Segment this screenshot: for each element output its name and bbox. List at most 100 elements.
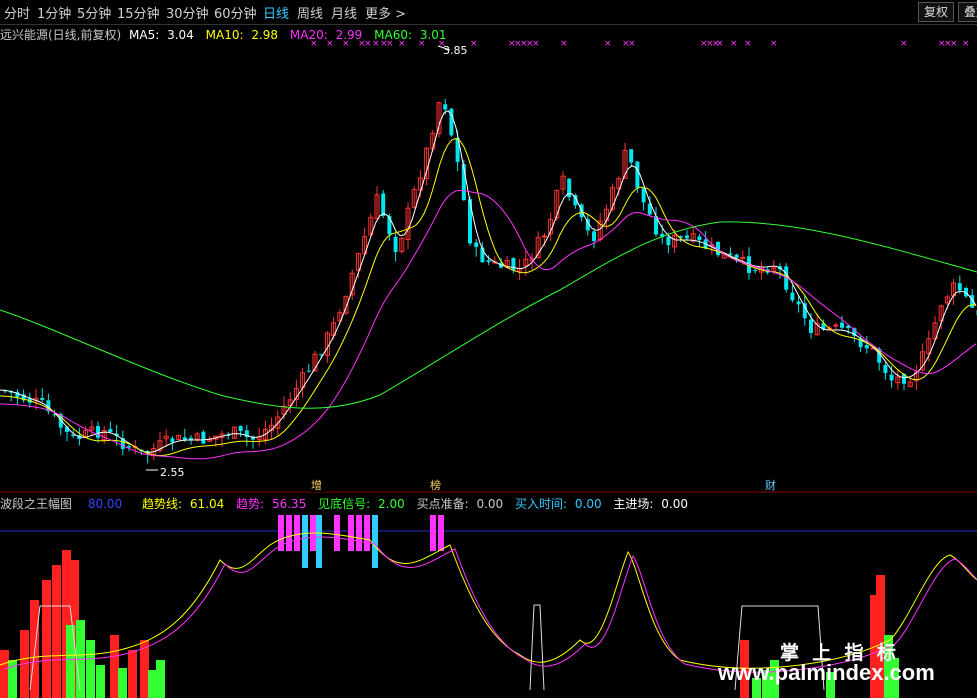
signal-bar bbox=[372, 515, 378, 568]
buy-prepare-readout: 买点准备: 0.00 bbox=[416, 497, 504, 511]
moving-average-lines bbox=[0, 110, 977, 460]
signal-marker: × bbox=[604, 39, 612, 49]
indicator-legend: 波段之王幅图 80.00 趋势线: 61.04 趋势: 56.35 见底信号: … bbox=[0, 495, 696, 512]
trend-line-readout: 趋势线: 61.04 bbox=[142, 497, 225, 511]
candle bbox=[567, 177, 572, 201]
candle bbox=[300, 368, 306, 398]
candle bbox=[728, 247, 733, 257]
signal-bar bbox=[438, 515, 444, 551]
signal-marker: × bbox=[962, 39, 970, 49]
buy-time-readout: 买入时间: 0.00 bbox=[515, 497, 602, 511]
candle bbox=[238, 425, 243, 438]
histogram-bar bbox=[0, 650, 9, 698]
histogram-bar bbox=[128, 650, 137, 698]
candle bbox=[951, 278, 957, 305]
candle bbox=[393, 233, 398, 262]
signal-label-zeng: 增 bbox=[311, 478, 322, 492]
candle bbox=[411, 186, 417, 209]
candle bbox=[449, 107, 454, 137]
candle bbox=[399, 237, 405, 254]
signal-bar bbox=[364, 515, 370, 551]
ma5-readout: MA5: 3.04 bbox=[129, 28, 194, 42]
candle bbox=[778, 263, 782, 279]
histogram-bar bbox=[148, 670, 157, 698]
candle bbox=[703, 231, 708, 250]
candles bbox=[3, 98, 977, 464]
signal-marker: × bbox=[900, 39, 908, 49]
candle bbox=[306, 363, 311, 373]
candle bbox=[108, 421, 113, 434]
signal-marker: × bbox=[744, 39, 752, 49]
candle bbox=[101, 426, 107, 445]
signal-label-bang: 榜 bbox=[430, 478, 441, 492]
candle bbox=[374, 186, 380, 220]
signal-bar bbox=[286, 515, 292, 551]
signal-bar bbox=[356, 515, 362, 551]
signal-label-cai: 财 bbox=[765, 478, 776, 492]
histogram-bar bbox=[52, 565, 61, 698]
ma60-readout: MA60: 3.01 bbox=[374, 28, 447, 42]
candle bbox=[120, 430, 125, 456]
candle bbox=[468, 196, 472, 246]
low-price-label: 2.55 bbox=[160, 466, 185, 479]
candle bbox=[592, 227, 596, 249]
indicator-name: 波段之王幅图 bbox=[0, 497, 73, 511]
candle bbox=[654, 207, 658, 237]
signal-bar bbox=[316, 515, 322, 568]
candle bbox=[926, 330, 932, 362]
high-price-label: 3.85 bbox=[443, 44, 468, 57]
watermark-url: www.palmindex.com bbox=[718, 660, 935, 685]
histogram-bar bbox=[118, 668, 127, 698]
candle bbox=[629, 149, 634, 168]
ma10-readout: MA10: 2.98 bbox=[205, 28, 279, 42]
candlestick-chart[interactable]: × × × ×× × ×× × × × × ××××× × × ×× ×××× × × × × ××× × 3.85 2… bbox=[0, 0, 977, 698]
ma5-line bbox=[0, 110, 977, 453]
candle bbox=[907, 379, 913, 388]
main-entry-readout: 主进场: 0.00 bbox=[613, 497, 689, 511]
candle bbox=[697, 233, 702, 248]
signal-marker: × bbox=[950, 39, 958, 49]
histogram-bar bbox=[110, 635, 119, 698]
candle bbox=[913, 365, 919, 390]
candle bbox=[864, 335, 869, 354]
candle bbox=[40, 388, 45, 402]
signal-bar bbox=[294, 515, 300, 551]
candle bbox=[548, 212, 554, 241]
ma20-readout: MA20: 2.99 bbox=[289, 28, 363, 42]
candle bbox=[802, 295, 807, 326]
main-chart-legend: 远兴能源(日线,前复权) MA5: 3.04 MA10: 2.98 MA20: … bbox=[0, 26, 455, 43]
signal-marker: × bbox=[532, 39, 540, 49]
candle bbox=[895, 369, 901, 390]
signal-marker: × bbox=[628, 39, 636, 49]
candle bbox=[163, 429, 169, 446]
signal-bar bbox=[302, 515, 308, 568]
ma10-line bbox=[0, 137, 977, 457]
signal-marker: × bbox=[470, 39, 478, 49]
candle bbox=[517, 259, 523, 281]
candle bbox=[690, 227, 696, 244]
trend-readout: 趋势: 56.35 bbox=[236, 497, 307, 511]
candle bbox=[685, 230, 689, 241]
candle bbox=[226, 432, 231, 440]
candle bbox=[790, 285, 795, 303]
candle bbox=[293, 379, 299, 407]
signal-marker: × bbox=[716, 39, 724, 49]
stock-name: 远兴能源(日线,前复权) bbox=[0, 28, 122, 42]
histogram-bar bbox=[96, 665, 105, 698]
candle bbox=[287, 392, 293, 414]
candle bbox=[231, 426, 237, 440]
candle bbox=[474, 239, 479, 257]
candle bbox=[641, 187, 646, 211]
candle bbox=[889, 365, 894, 388]
bottom-signal-readout: 见底信号: 2.00 bbox=[318, 497, 405, 511]
histogram-bar bbox=[42, 580, 51, 698]
candle bbox=[753, 268, 758, 274]
candle bbox=[176, 434, 182, 440]
signal-bar bbox=[334, 515, 340, 551]
indicator-level: 80.00 bbox=[87, 497, 123, 511]
ma60-line bbox=[0, 221, 977, 409]
signal-marker: × bbox=[730, 39, 738, 49]
signal-marker: × bbox=[770, 39, 778, 49]
candle bbox=[201, 430, 206, 444]
signal-bar bbox=[430, 515, 436, 551]
